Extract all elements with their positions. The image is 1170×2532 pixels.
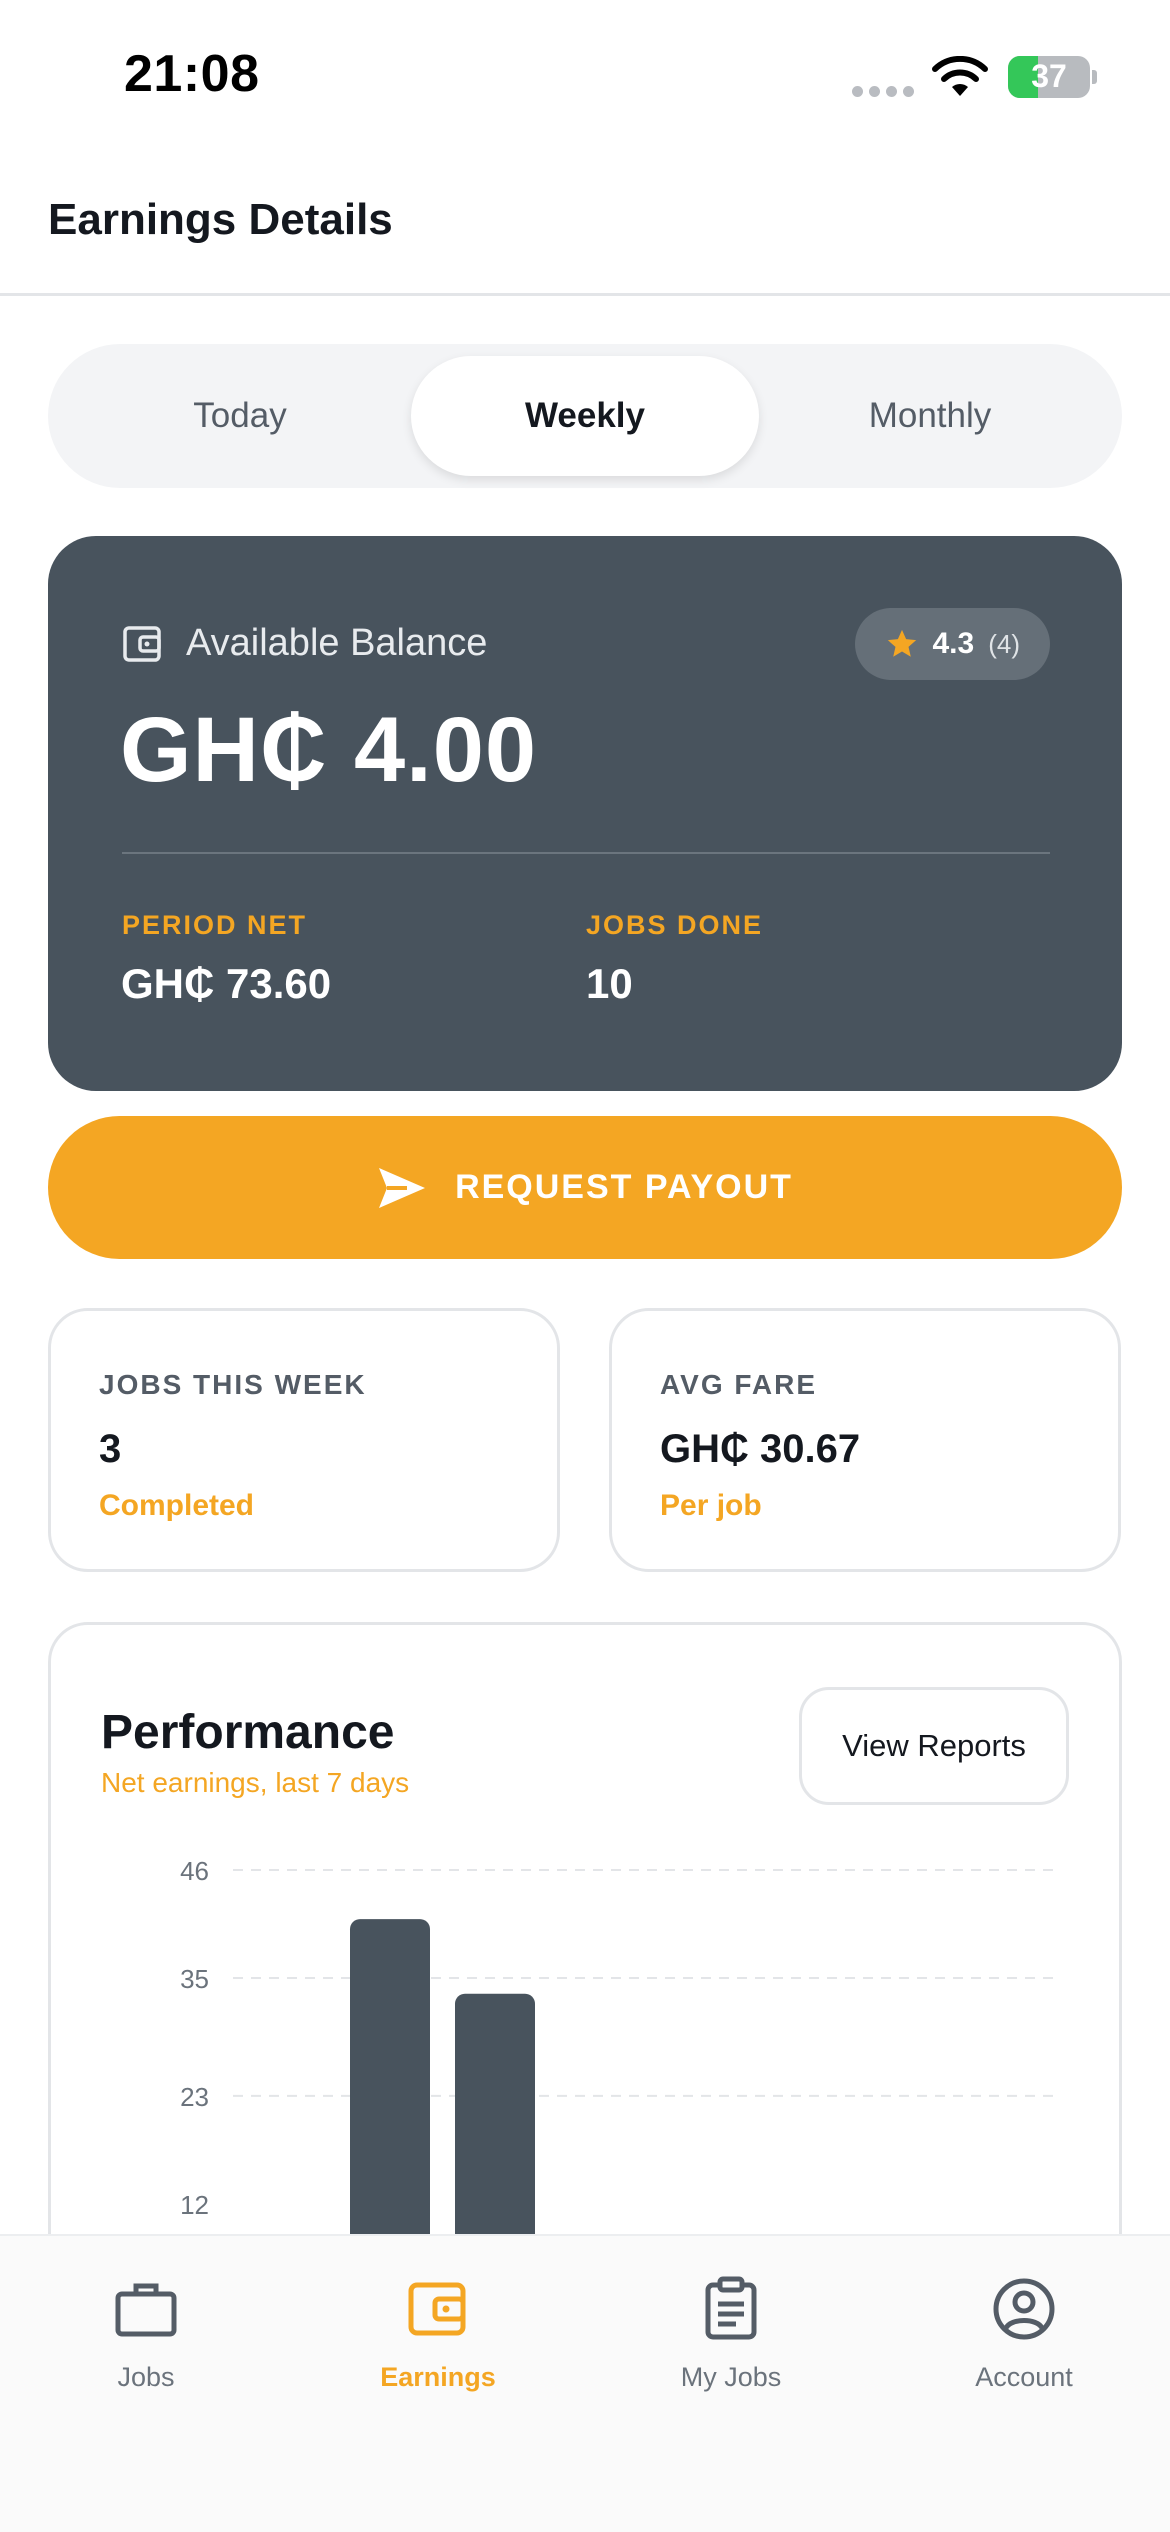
star-icon [887, 629, 916, 657]
divider [122, 852, 1050, 854]
jobs-this-week-card: JOBS THIS WEEK 3 Completed [48, 1308, 560, 1572]
jobs-done-label: JOBS DONE [586, 910, 764, 940]
bottom-nav: Jobs Earnings My Jobs Account [0, 2234, 1170, 2532]
rating-badge: 4.3 (4) [854, 608, 1050, 680]
performance-title: Performance [101, 1706, 395, 1759]
page-title: Earnings Details [48, 195, 393, 244]
period-net-label: PERIOD NET [122, 910, 308, 940]
nav-item-jobs[interactable]: Jobs [0, 2276, 292, 2393]
tab-today[interactable]: Today [66, 356, 414, 476]
status-bar: 21:08 37 [0, 0, 1170, 150]
nav-label: Jobs [117, 2362, 175, 2392]
balance-label: Available Balance [186, 622, 488, 664]
stat-value: GH₵ 30.67 [660, 1427, 861, 1471]
tab-monthly[interactable]: Monthly [756, 356, 1104, 476]
cellular-signal-icon [852, 86, 914, 97]
stat-label: AVG FARE [660, 1369, 818, 1400]
clipboard-icon [705, 2276, 757, 2340]
period-selector: Today Weekly Monthly [48, 344, 1122, 488]
performance-subtitle: Net earnings, last 7 days [101, 1767, 410, 1798]
y-tick-label: 35 [180, 1964, 209, 1994]
battery-cap [1092, 70, 1097, 84]
stat-label: JOBS THIS WEEK [99, 1369, 367, 1400]
request-payout-label: REQUEST PAYOUT [455, 1168, 793, 1206]
nav-item-earnings[interactable]: Earnings [292, 2276, 584, 2393]
stat-sub: Per job [660, 1489, 762, 1522]
nav-item-my-jobs[interactable]: My Jobs [585, 2276, 877, 2393]
nav-item-account[interactable]: Account [878, 2276, 1170, 2393]
balance-amount: GH₵ 4.00 [120, 699, 538, 801]
stat-sub: Completed [99, 1489, 255, 1522]
briefcase-icon [115, 2283, 177, 2337]
balance-card: Available Balance 4.3 (4) GH₵ 4.00 PERIO… [48, 536, 1122, 1091]
rating-count: (4) [988, 628, 1020, 659]
battery-icon: 37 [1008, 56, 1090, 98]
header: Earnings Details [0, 150, 1170, 296]
wifi-icon [932, 56, 988, 96]
nav-label: Earnings [380, 2362, 496, 2392]
request-payout-button[interactable]: REQUEST PAYOUT [48, 1116, 1122, 1259]
user-circle-icon [993, 2278, 1055, 2340]
avg-fare-card: AVG FARE GH₵ 30.67 Per job [609, 1308, 1121, 1572]
nav-label: My Jobs [680, 2362, 782, 2392]
send-icon [379, 1167, 426, 1208]
battery-percent: 37 [1031, 58, 1067, 94]
balance-label-row: Available Balance [122, 622, 487, 665]
y-tick-label: 23 [180, 2082, 209, 2112]
period-net-value: GH₵ 73.60 [121, 960, 332, 1007]
stat-value: 3 [99, 1427, 122, 1471]
rating-value: 4.3 [932, 627, 975, 660]
tab-weekly[interactable]: Weekly [411, 356, 759, 476]
y-tick-label: 12 [180, 2190, 209, 2220]
y-tick-label: 46 [180, 1856, 209, 1886]
status-time: 21:08 [124, 45, 260, 103]
wallet-icon [408, 2282, 466, 2336]
jobs-done-value: 10 [586, 960, 633, 1007]
wallet-icon [123, 625, 161, 662]
view-reports-button[interactable]: View Reports [799, 1687, 1069, 1805]
nav-label: Account [975, 2362, 1073, 2392]
